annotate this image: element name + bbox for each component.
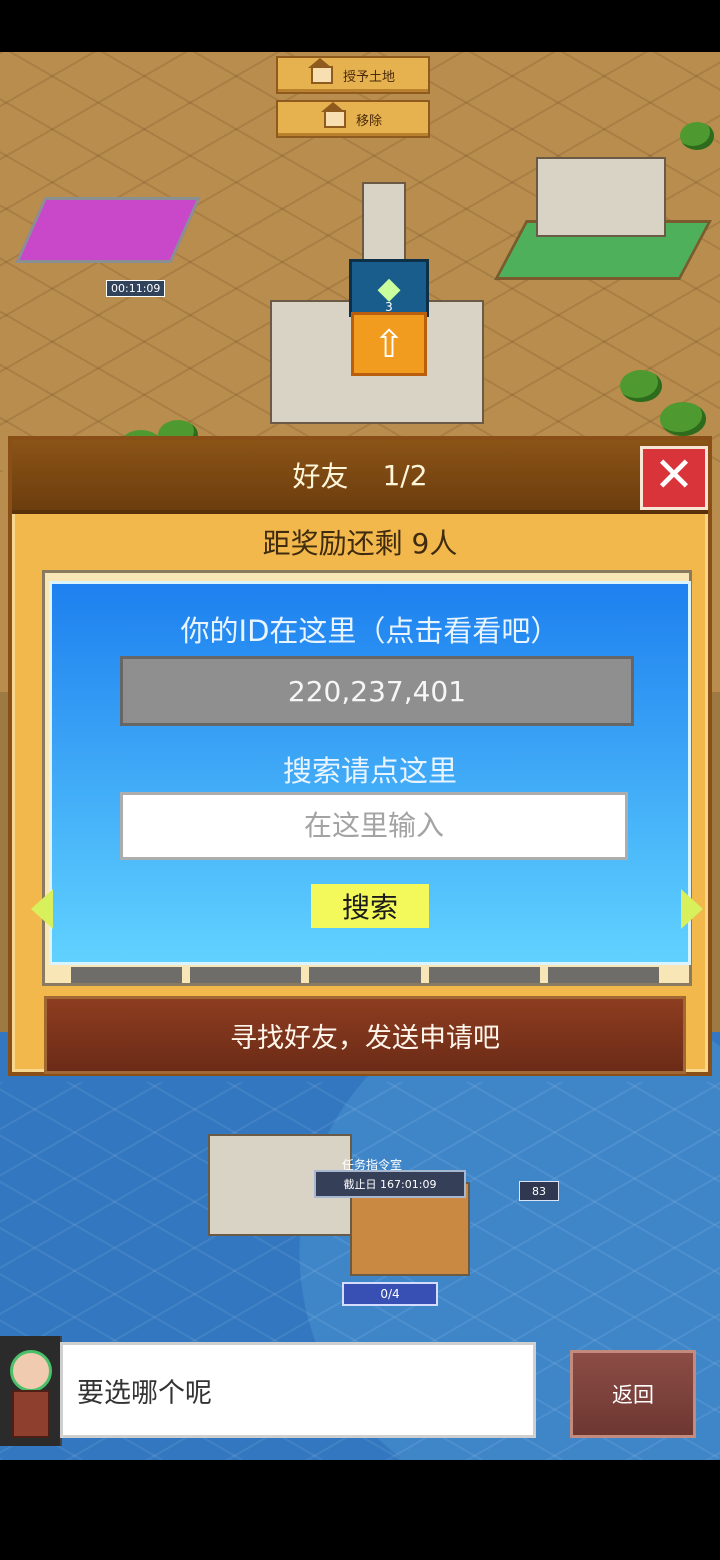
house-icon bbox=[320, 102, 346, 128]
player-id-box[interactable]: 220,237,401 bbox=[120, 656, 634, 726]
dialog-title: 好友 bbox=[292, 460, 349, 493]
bush bbox=[680, 122, 714, 150]
advisor-body bbox=[12, 1390, 50, 1438]
gem-indicator[interactable]: ◆ 3 bbox=[349, 259, 429, 317]
construction-timer: 00:11:09 bbox=[106, 280, 166, 297]
friend-dialog: 好友 1/2 ✕ 距奖励还剩 9人 你的ID在这里（点击看看吧） 220,237… bbox=[8, 436, 712, 1076]
advisor-face bbox=[10, 1350, 52, 1392]
flower-field bbox=[15, 197, 201, 263]
back-button-label: 返回 bbox=[612, 1383, 654, 1407]
panel-tab bbox=[428, 967, 540, 983]
player-id-value: 220,237,401 bbox=[287, 674, 467, 708]
panel-tab bbox=[547, 967, 660, 983]
next-page-icon[interactable] bbox=[681, 889, 703, 929]
close-button[interactable]: ✕ bbox=[640, 446, 708, 510]
search-button[interactable]: 搜索 bbox=[311, 884, 429, 928]
friend-panel-frame: 你的ID在这里（点击看看吧） 220,237,401 搜索请点这里 搜索 bbox=[31, 570, 703, 986]
advisor-speech-bubble: 要选哪个呢 bbox=[60, 1342, 536, 1438]
id-title[interactable]: 你的ID在这里（点击看看吧） bbox=[52, 608, 688, 650]
storage-building bbox=[536, 157, 666, 237]
grant-land-button[interactable]: 授予土地 bbox=[276, 56, 430, 94]
upgrade-button[interactable]: ⇧ bbox=[351, 312, 427, 376]
upgrade-arrow-icon: ⇧ bbox=[373, 322, 405, 366]
bush bbox=[660, 402, 706, 436]
advisor-speech-text: 要选哪个呢 bbox=[77, 1377, 212, 1409]
friend-search-input[interactable] bbox=[120, 792, 628, 860]
dialog-page: 1/2 bbox=[382, 458, 428, 492]
grant-land-label: 授予土地 bbox=[342, 69, 395, 85]
mission-progress: 0/4 bbox=[342, 1282, 438, 1306]
close-icon: ✕ bbox=[653, 447, 695, 503]
dialog-header: 好友 1/2 ✕ bbox=[12, 440, 708, 514]
search-button-label: 搜索 bbox=[341, 891, 398, 924]
reward-remaining-text: 距奖励还剩 9人 bbox=[262, 527, 458, 560]
back-button[interactable]: 返回 bbox=[570, 1350, 696, 1438]
find-friend-button[interactable]: 寻找好友，发送申请吧 bbox=[44, 996, 686, 1074]
panel-tab bbox=[190, 967, 302, 983]
search-hint: 搜索请点这里 bbox=[282, 754, 457, 788]
panel-tab bbox=[71, 967, 183, 983]
find-friend-label: 寻找好友，发送申请吧 bbox=[230, 1022, 500, 1054]
bush bbox=[620, 370, 662, 402]
mission-count: 83 bbox=[519, 1181, 559, 1201]
advisor-avatar bbox=[0, 1336, 62, 1446]
previous-page-icon[interactable] bbox=[31, 889, 53, 929]
house-icon bbox=[307, 58, 333, 84]
mission-deadline: 截止日 167:01:09 bbox=[314, 1170, 466, 1198]
remove-label: 移除 bbox=[355, 113, 382, 129]
remove-button[interactable]: 移除 bbox=[276, 100, 430, 138]
id-search-panel: 你的ID在这里（点击看看吧） 220,237,401 搜索请点这里 搜索 bbox=[49, 581, 691, 965]
panel-tab bbox=[309, 967, 421, 983]
panel-bottom-tabs bbox=[71, 967, 660, 983]
